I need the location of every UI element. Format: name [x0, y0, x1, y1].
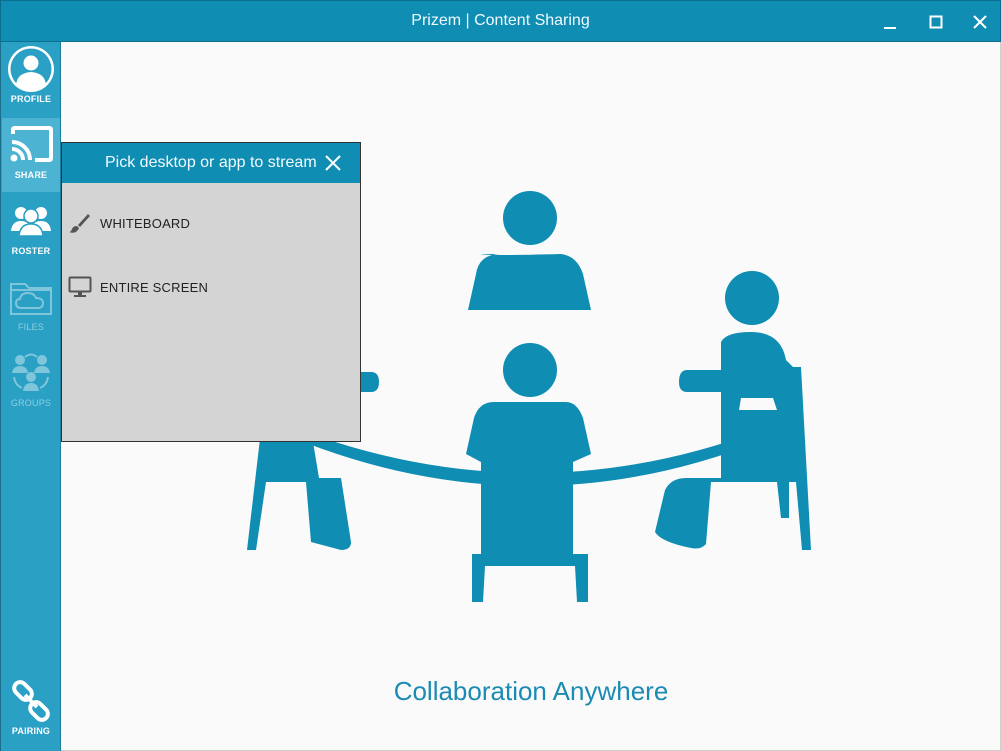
sidebar-item-label: FILES: [17, 322, 44, 332]
sidebar-item-pairing[interactable]: PAIRING: [2, 674, 60, 748]
brush-icon: [66, 211, 94, 235]
groups-icon: [7, 350, 55, 396]
sidebar-item-files[interactable]: FILES: [2, 270, 60, 344]
sidebar-item-label: PAIRING: [11, 726, 51, 736]
roster-icon: [7, 198, 55, 244]
sidebar-item-groups[interactable]: GROUPS: [2, 346, 60, 420]
sidebar-item-label: SHARE: [14, 170, 48, 180]
picker-item-entire-screen[interactable]: ENTIRE SCREEN: [66, 269, 356, 305]
picker-item-label: WHITEBOARD: [100, 215, 191, 231]
maximize-icon: [929, 15, 943, 29]
sidebar-item-profile[interactable]: PROFILE: [2, 42, 60, 116]
sidebar-item-share[interactable]: SHARE: [2, 118, 60, 192]
title-bar: Prizem | Content Sharing: [0, 0, 1001, 42]
picker-title: Pick desktop or app to stream: [105, 154, 317, 171]
picker-header: Pick desktop or app to stream: [62, 143, 360, 183]
profile-icon: [7, 46, 55, 92]
sidebar: PROFILE SHARE ROSTER FILES GROUPS PAIRIN…: [0, 42, 61, 751]
link-icon: [7, 678, 55, 724]
stream-picker-popup: Pick desktop or app to stream WHITEBOARD…: [61, 142, 361, 442]
close-icon: [325, 155, 341, 171]
cast-icon: [7, 122, 55, 168]
picker-close-button[interactable]: [324, 154, 344, 174]
picker-item-label: ENTIRE SCREEN: [100, 279, 209, 295]
cloud-folder-icon: [7, 274, 55, 320]
minimize-icon: [884, 27, 896, 29]
sidebar-item-roster[interactable]: ROSTER: [2, 194, 60, 268]
minimize-button[interactable]: [877, 9, 903, 35]
sidebar-item-label: PROFILE: [10, 94, 52, 104]
monitor-icon: [66, 275, 94, 299]
tagline: Collaboration Anywhere: [393, 676, 669, 706]
sidebar-item-label: GROUPS: [10, 398, 52, 408]
close-icon: [973, 15, 987, 29]
picker-item-whiteboard[interactable]: WHITEBOARD: [66, 205, 356, 241]
window-title: Prizem | Content Sharing: [411, 12, 590, 29]
sidebar-item-label: ROSTER: [11, 246, 51, 256]
close-window-button[interactable]: [967, 9, 993, 35]
maximize-button[interactable]: [923, 9, 949, 35]
